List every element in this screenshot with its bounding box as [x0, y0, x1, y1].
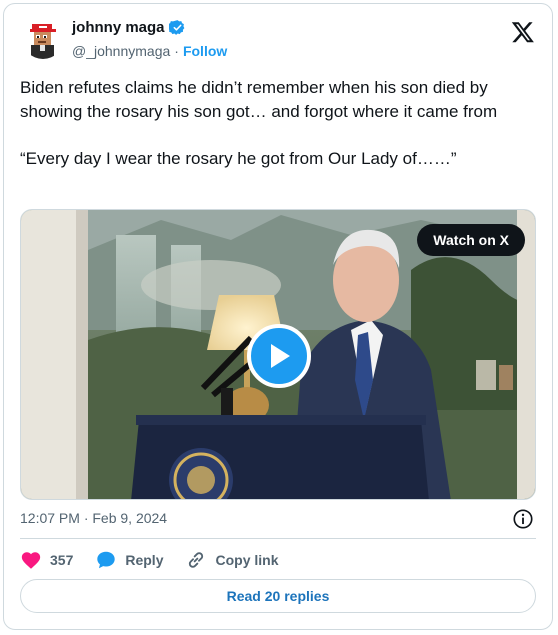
copy-link-label: Copy link	[215, 552, 279, 568]
info-icon[interactable]	[512, 508, 534, 530]
video-player[interactable]: Watch on X	[20, 209, 536, 500]
author-handle-row: @_johnnymaga · Follow	[72, 43, 227, 59]
x-logo-icon[interactable]	[511, 20, 535, 44]
watch-on-x-button[interactable]: Watch on X	[417, 224, 525, 256]
like-button[interactable]: 357	[20, 549, 73, 571]
tweet-text: Biden refutes claims he didn’t remember …	[20, 78, 498, 168]
reply-bubble-icon	[97, 551, 116, 569]
read-replies-button[interactable]: Read 20 replies	[20, 579, 536, 613]
avatar[interactable]	[22, 17, 64, 59]
verified-badge-icon	[168, 20, 184, 35]
pixel-avatar-red-cap-icon	[22, 17, 64, 59]
play-button[interactable]	[247, 324, 311, 388]
play-icon	[271, 344, 290, 368]
action-bar: 357 Reply Copy link	[20, 548, 301, 572]
like-count: 357	[50, 552, 74, 568]
divider	[20, 538, 536, 539]
heart-icon	[21, 552, 41, 569]
author-handle[interactable]: @_johnnymaga	[72, 43, 170, 59]
separator-dot: ·	[174, 43, 179, 59]
author-name-row: johnny maga	[72, 19, 186, 36]
copy-link-button[interactable]: Copy link	[185, 549, 279, 571]
link-icon	[189, 552, 204, 568]
author-display-name[interactable]: johnny maga	[72, 19, 165, 36]
reply-button[interactable]: Reply	[95, 549, 163, 571]
follow-button[interactable]: Follow	[183, 43, 227, 59]
tweet-timestamp[interactable]: 12:07 PM · Feb 9, 2024	[20, 510, 167, 526]
reply-label: Reply	[125, 552, 164, 568]
